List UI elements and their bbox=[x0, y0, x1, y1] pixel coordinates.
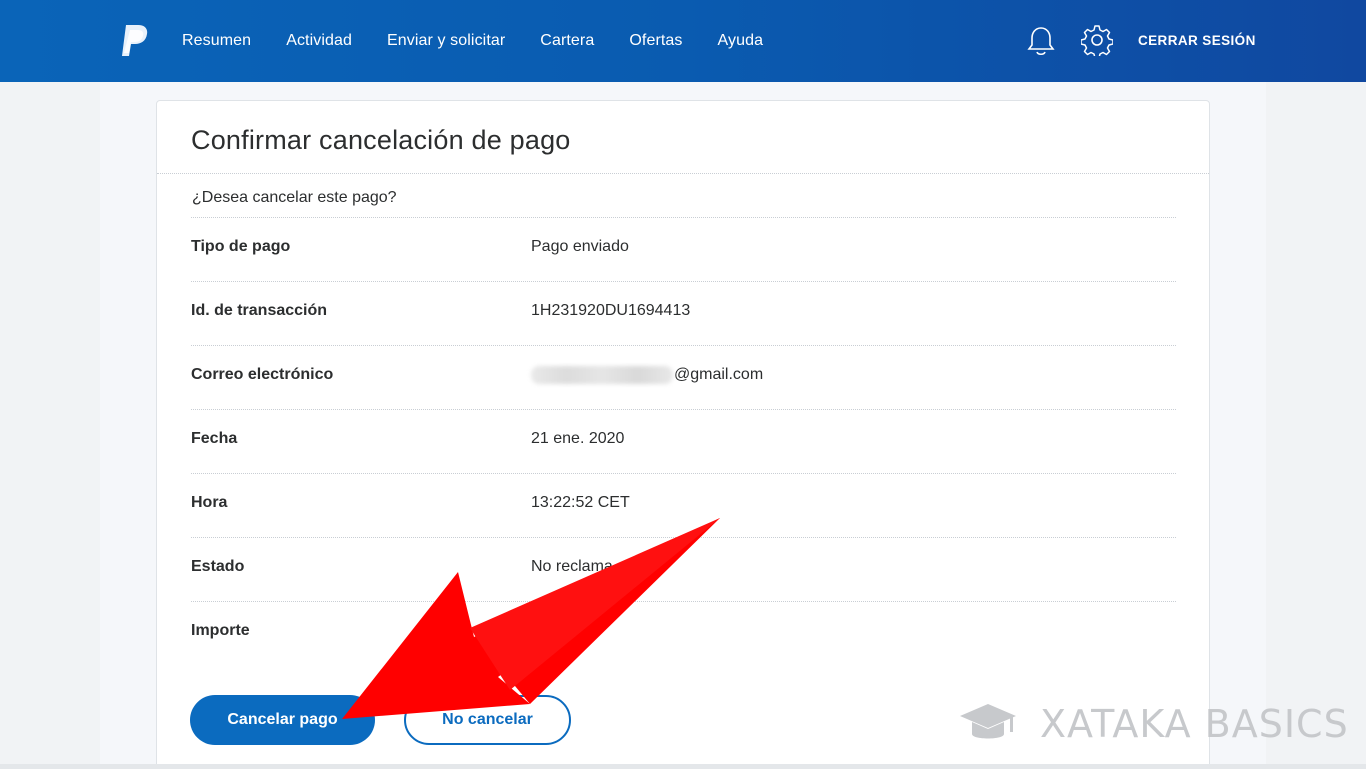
bell-icon[interactable] bbox=[1026, 25, 1056, 57]
main-nav: Resumen Actividad Enviar y solicitar Car… bbox=[182, 0, 798, 82]
row-label: Hora bbox=[191, 494, 228, 511]
row-value: Pago enviado bbox=[531, 238, 629, 255]
do-not-cancel-button[interactable]: No cancelar bbox=[404, 695, 571, 745]
row-label: Estado bbox=[191, 558, 245, 575]
nav-item-resumen[interactable]: Resumen bbox=[182, 32, 251, 50]
row-value-email: @gmail.com bbox=[531, 366, 763, 384]
nav-item-actividad[interactable]: Actividad bbox=[286, 32, 352, 50]
detail-row-correo: Correo electrónico @gmail.com bbox=[191, 345, 1176, 409]
row-value: 21 ene. 2020 bbox=[531, 430, 625, 447]
detail-row-fecha: Fecha 21 ene. 2020 bbox=[191, 409, 1176, 473]
nav-item-ofertas[interactable]: Ofertas bbox=[629, 32, 682, 50]
row-label: Correo electrónico bbox=[191, 366, 334, 383]
row-label: Importe bbox=[191, 622, 250, 639]
payment-details: Tipo de pago Pago enviado Id. de transac… bbox=[191, 217, 1176, 665]
blurred-email-user bbox=[531, 366, 673, 384]
paypal-logo[interactable] bbox=[118, 24, 150, 58]
row-value: 1H231920DU1694413 bbox=[531, 302, 691, 319]
watermark-text: XATAKA BASICS bbox=[1040, 702, 1349, 746]
bottom-edge bbox=[0, 764, 1366, 769]
page-title: Confirmar cancelación de pago bbox=[191, 125, 571, 155]
top-navigation-bar: Resumen Actividad Enviar y solicitar Car… bbox=[0, 0, 1366, 82]
row-value: No reclama bbox=[531, 558, 613, 575]
row-value: 0,01 EUR bbox=[531, 622, 601, 639]
email-domain: @gmail.com bbox=[674, 366, 764, 384]
cancel-payment-button[interactable]: Cancelar pago bbox=[190, 695, 375, 745]
detail-row-hora: Hora 13:22:52 CET bbox=[191, 473, 1176, 537]
row-label: Id. de transacción bbox=[191, 302, 328, 319]
gear-icon[interactable] bbox=[1081, 24, 1113, 56]
nav-item-ayuda[interactable]: Ayuda bbox=[718, 32, 764, 50]
right-gutter bbox=[1266, 82, 1366, 769]
row-label: Fecha bbox=[191, 430, 238, 447]
detail-row-tipo: Tipo de pago Pago enviado bbox=[191, 217, 1176, 281]
row-value: 13:22:52 CET bbox=[531, 494, 630, 511]
detail-row-estado: Estado No reclama bbox=[191, 537, 1176, 601]
left-gutter bbox=[0, 82, 100, 769]
title-divider bbox=[157, 173, 1209, 174]
detail-row-importe: Importe 0,01 EUR bbox=[191, 601, 1176, 665]
nav-item-enviar-solicitar[interactable]: Enviar y solicitar bbox=[387, 32, 505, 50]
confirm-cancel-card: Confirmar cancelación de pago ¿Desea can… bbox=[156, 100, 1210, 769]
nav-item-cartera[interactable]: Cartera bbox=[540, 32, 594, 50]
confirm-question: ¿Desea cancelar este pago? bbox=[192, 189, 397, 206]
row-label: Tipo de pago bbox=[191, 238, 291, 255]
logout-link[interactable]: CERRAR SESIÓN bbox=[1138, 33, 1256, 48]
detail-row-transaccion: Id. de transacción 1H231920DU1694413 bbox=[191, 281, 1176, 345]
